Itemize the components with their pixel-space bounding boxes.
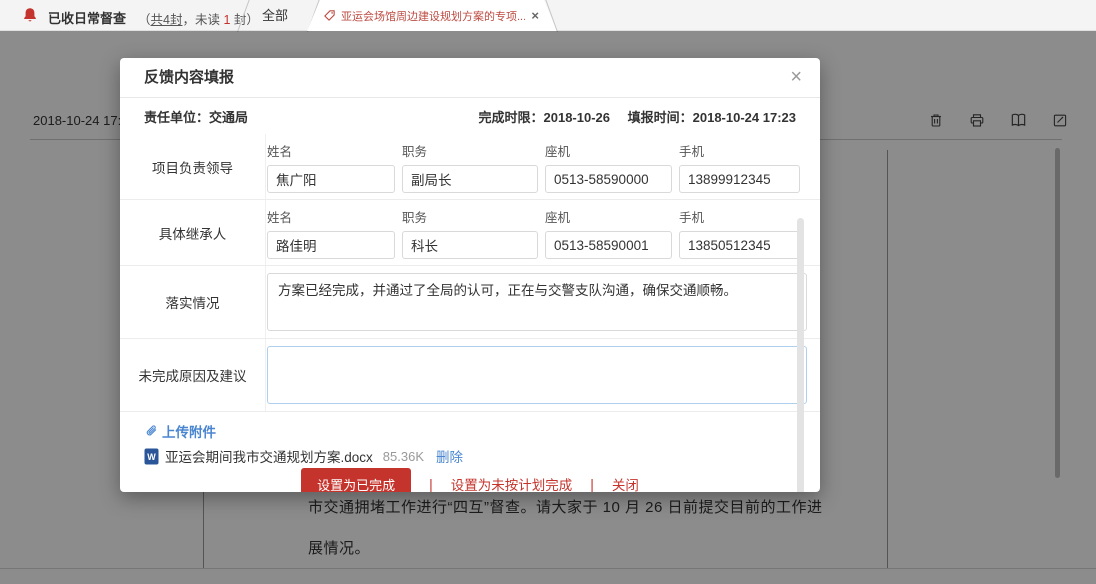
field-header: 职务 (402, 141, 538, 160)
deadline-label: 完成时限： (478, 110, 543, 125)
modal-scrollbar[interactable] (797, 218, 804, 492)
deadline: 完成时限：2018-10-26 (478, 110, 610, 125)
row-label: 未完成原因及建议 (120, 339, 266, 411)
leader-mobile-input[interactable] (679, 165, 800, 193)
top-bar: 已收日常督查 （共4封，未读 1 封） 全部 亚运会场馆周边建设规划方案的专项.… (0, 0, 1096, 31)
leader-landline-input[interactable] (545, 165, 672, 193)
field-title: 职务 (402, 207, 538, 259)
count-total: 共4封 (151, 13, 183, 27)
tab-label: 亚运会场馆周边建设规划方案的专项... (341, 8, 525, 24)
word-file-icon: W (144, 448, 159, 465)
field-mobile: 手机 (679, 207, 800, 259)
leader-fields: 姓名 职务 座机 手机 (267, 141, 807, 193)
tab-current-document[interactable]: 亚运会场馆周边建设规划方案的专项... × (307, 0, 557, 31)
row-incomplete-reason: 未完成原因及建议 (120, 339, 820, 412)
successor-mobile-input[interactable] (679, 231, 800, 259)
filltime-label: 填报时间： (628, 110, 693, 125)
tab-close-icon[interactable]: × (531, 8, 539, 23)
footer-separator: | (429, 476, 433, 492)
svg-text:W: W (147, 452, 156, 462)
incomplete-reason-textarea[interactable] (267, 346, 807, 404)
field-header: 职务 (402, 207, 538, 226)
leader-name-input[interactable] (267, 165, 395, 193)
field-header: 座机 (545, 141, 672, 160)
footer-separator: | (590, 476, 594, 492)
row-project-leader: 项目负责领导 姓名 职务 座机 手机 (120, 134, 820, 200)
filltime-value: 2018-10-24 17:23 (693, 110, 796, 125)
modal-close-icon[interactable]: × (790, 58, 802, 96)
deadline-value: 2018-10-26 (544, 110, 611, 125)
field-mobile: 手机 (679, 141, 800, 193)
field-landline: 座机 (545, 141, 672, 193)
upload-label: 上传附件 (162, 421, 216, 441)
modal-title: 反馈内容填报 (144, 58, 234, 98)
tab-all[interactable]: 全部 (243, 0, 307, 31)
count-mid: ，未读 (182, 13, 223, 27)
field-header: 姓名 (267, 207, 395, 226)
paperclip-icon (144, 424, 158, 438)
modal-footer: 设置为已完成 | 设置为未按计划完成 | 关闭 (120, 468, 820, 492)
row-label: 项目负责领导 (120, 134, 266, 199)
successor-landline-input[interactable] (545, 231, 672, 259)
leader-title-input[interactable] (402, 165, 538, 193)
attachment-name[interactable]: 亚运会期间我市交通规划方案.docx (165, 446, 373, 466)
field-header: 姓名 (267, 141, 395, 160)
successor-name-input[interactable] (267, 231, 395, 259)
field-header: 手机 (679, 207, 800, 226)
modal-info-row: 责任单位：交通局 完成时限：2018-10-26 填报时间：2018-10-24… (120, 98, 820, 134)
modal-body: 项目负责领导 姓名 职务 座机 手机 (120, 134, 820, 468)
field-name: 姓名 (267, 141, 395, 193)
successor-fields: 姓名 职务 座机 手机 (267, 207, 807, 259)
upload-attachment-link[interactable]: 上传附件 (120, 417, 820, 444)
unit-label: 责任单位： (144, 110, 209, 125)
tag-icon (323, 9, 336, 22)
count-open: （ (138, 13, 151, 27)
set-completed-button[interactable]: 设置为已完成 (301, 468, 411, 493)
attachment-row: W 亚运会期间我市交通规划方案.docx 85.36K 删除 (120, 444, 820, 468)
field-name: 姓名 (267, 207, 395, 259)
responsible-unit: 责任单位：交通局 (144, 107, 248, 126)
successor-title-input[interactable] (402, 231, 538, 259)
modal-header: 反馈内容填报 × (120, 58, 820, 98)
row-label: 具体继承人 (120, 200, 266, 265)
close-button[interactable]: 关闭 (612, 474, 639, 492)
feedback-modal: 反馈内容填报 × 责任单位：交通局 完成时限：2018-10-26 填报时间：2… (120, 58, 820, 492)
field-landline: 座机 (545, 207, 672, 259)
time-info: 完成时限：2018-10-26 填报时间：2018-10-24 17:23 (464, 107, 796, 126)
field-header: 手机 (679, 141, 800, 160)
row-label: 落实情况 (120, 266, 266, 338)
set-not-completed-button[interactable]: 设置为未按计划完成 (451, 474, 573, 492)
row-implementation-status: 落实情况 方案已经完成，并通过了全局的认可，正在与交警支队沟通，确保交通顺畅。 (120, 266, 820, 339)
page-title: 已收日常督查 (48, 8, 126, 27)
implementation-textarea[interactable]: 方案已经完成，并通过了全局的认可，正在与交警支队沟通，确保交通顺畅。 (267, 273, 807, 331)
field-title: 职务 (402, 141, 538, 193)
unit-value: 交通局 (209, 110, 248, 125)
row-specific-successor: 具体继承人 姓名 职务 座机 手机 (120, 200, 820, 266)
bell-icon (22, 7, 38, 29)
fill-time: 填报时间：2018-10-24 17:23 (628, 110, 796, 125)
attachment-delete-link[interactable]: 删除 (436, 446, 463, 466)
attachment-size: 85.36K (383, 449, 424, 464)
field-header: 座机 (545, 207, 672, 226)
